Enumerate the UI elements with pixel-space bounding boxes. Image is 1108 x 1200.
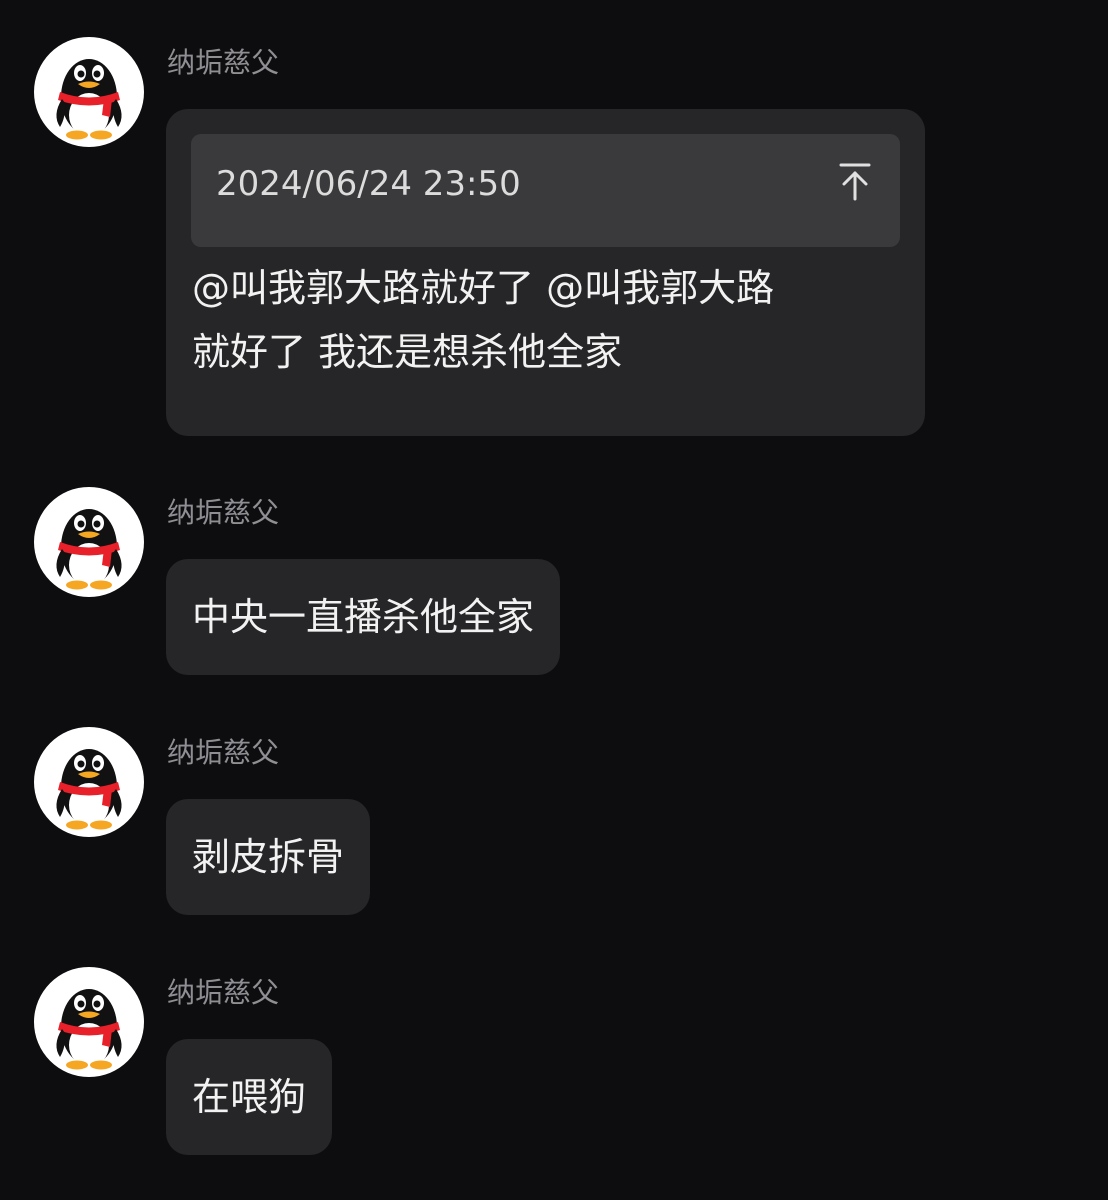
sender-name: 纳垢慈父	[167, 736, 280, 769]
message-text: 在喂狗	[192, 1075, 307, 1119]
message-bubble[interactable]: 中央一直播杀他全家	[166, 559, 561, 675]
avatar[interactable]	[34, 487, 144, 597]
qq-penguin-icon	[56, 509, 122, 590]
message-text: 剥皮拆骨	[192, 835, 345, 879]
jump-to-top-arrow-icon[interactable]	[838, 162, 872, 202]
qq-penguin-icon	[56, 749, 122, 830]
avatar[interactable]	[34, 37, 144, 147]
message-bubble[interactable]: 剥皮拆骨	[166, 799, 371, 915]
reply-quote[interactable]: 2024/06/24 23:50	[191, 134, 900, 247]
message-bubble[interactable]: 在喂狗	[166, 1039, 333, 1155]
message-line: 就好了 我还是想杀他全家	[192, 330, 623, 374]
message-text: @叫我郭大路就好了 @叫我郭大路 就好了 我还是想杀他全家	[166, 256, 800, 384]
sender-name: 纳垢慈父	[167, 496, 280, 529]
sender-name: 纳垢慈父	[167, 46, 280, 79]
sender-name: 纳垢慈父	[167, 976, 280, 1009]
message-line: @叫我郭大路就好了 @叫我郭大路	[192, 266, 775, 310]
message-text: 中央一直播杀他全家	[192, 595, 535, 639]
avatar[interactable]	[34, 967, 144, 1077]
avatar[interactable]	[34, 727, 144, 837]
qq-penguin-icon	[56, 989, 122, 1070]
qq-penguin-icon	[56, 59, 122, 140]
message-bubble[interactable]: 2024/06/24 23:50 @叫我郭大路就好了 @叫我郭大路 就好了 我还…	[166, 109, 925, 436]
reply-timestamp: 2024/06/24 23:50	[216, 164, 521, 204]
